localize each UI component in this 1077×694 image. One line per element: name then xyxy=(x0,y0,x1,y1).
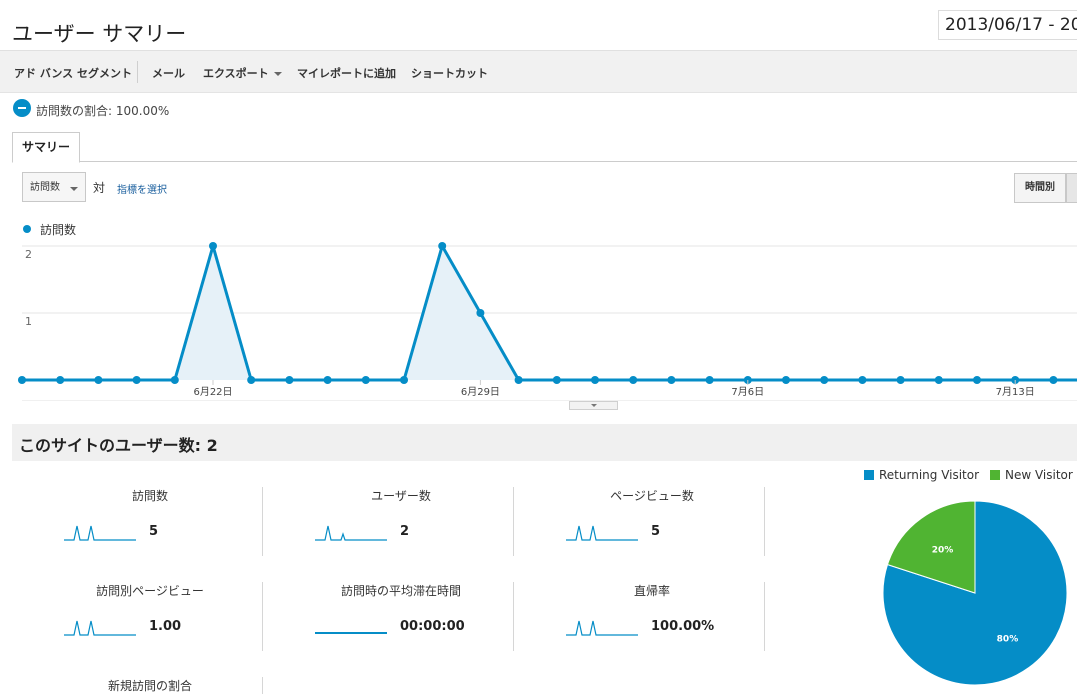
page-title: ユーザー サマリー xyxy=(12,22,187,46)
data-point xyxy=(820,376,829,384)
tab-bar-divider xyxy=(12,161,1077,162)
email-button[interactable]: メール xyxy=(152,65,185,81)
data-point xyxy=(400,376,408,384)
data-point xyxy=(973,376,981,384)
data-point xyxy=(629,376,638,384)
add-to-dashboard-button[interactable]: マイレポートに追加 xyxy=(297,65,396,81)
y-tick-label: 2 xyxy=(25,248,32,261)
metric-label: 訪問数 xyxy=(131,489,168,503)
date-range-picker[interactable]: 2013/06/17 - 2013/07/17 xyxy=(938,10,1077,40)
legend-returning-swatch xyxy=(864,470,874,480)
data-point xyxy=(247,376,256,384)
choose-metric-link[interactable]: 指標を選択 xyxy=(117,181,167,196)
y-tick-label: 1 xyxy=(25,315,32,328)
metric-label: 訪問時の平均滞在時間 xyxy=(340,584,461,598)
data-point xyxy=(56,376,65,384)
legend-returning-label[interactable]: Returning Visitor xyxy=(879,468,979,482)
metric-column-divider xyxy=(513,582,514,651)
toolbar: アド バンス セグメント メール エクスポート マイレポートに追加 ショートカッ… xyxy=(0,50,1077,93)
sparkline-path xyxy=(566,525,638,541)
x-tick-label: 7月13日 xyxy=(996,386,1035,398)
legend-new-label[interactable]: New Visitor xyxy=(1005,468,1073,482)
advanced-segment-button[interactable]: アド バンス セグメント xyxy=(14,65,132,81)
data-point xyxy=(170,376,179,384)
data-point xyxy=(858,376,867,384)
vs-label: 対 xyxy=(93,181,106,195)
chevron-down-icon xyxy=(70,187,78,191)
metric-column-divider xyxy=(513,487,514,556)
data-point xyxy=(667,376,676,384)
data-point xyxy=(18,376,26,384)
metric-value: 100.00% xyxy=(651,619,715,634)
metric-sparkline xyxy=(315,525,387,541)
metric-sparkline xyxy=(64,525,136,541)
segment-label: 訪問数の割合: 100.00% xyxy=(36,104,170,118)
data-point xyxy=(209,242,217,250)
data-point xyxy=(1049,376,1058,384)
metric-column-divider xyxy=(764,487,765,556)
data-point xyxy=(285,376,294,384)
metric-label: 新規訪問の割合 xyxy=(107,679,192,693)
data-point xyxy=(705,376,714,384)
data-point xyxy=(782,376,790,384)
visits-line-chart: 1 2 6月22日 6月29日 7月6日 7月13日 xyxy=(18,242,1077,401)
metric-value: 5 xyxy=(149,524,159,539)
x-tick-label: 7月6日 xyxy=(731,386,764,398)
metric-column-divider xyxy=(262,582,263,651)
metric-value: 5 xyxy=(651,524,661,539)
metric-sparkline xyxy=(315,632,387,634)
metric-label: ページビュー数 xyxy=(610,489,694,503)
tab-summary[interactable]: サマリー xyxy=(12,132,80,163)
metric-sparkline xyxy=(64,620,136,636)
data-point xyxy=(934,376,943,384)
sparkline-path xyxy=(566,620,638,636)
sparkline-path xyxy=(64,620,136,636)
metric-column-divider xyxy=(764,582,765,651)
data-point xyxy=(514,376,523,384)
metric-select[interactable]: 訪問数 xyxy=(22,172,86,202)
data-point xyxy=(361,376,370,384)
toolbar-divider xyxy=(137,61,138,83)
export-label: エクスポート xyxy=(203,67,269,80)
data-point xyxy=(438,242,447,250)
metric-label: 直帰率 xyxy=(633,584,670,598)
data-point xyxy=(94,376,103,384)
pie-slice-label: 20% xyxy=(932,545,954,555)
chart-collapse-toggle[interactable] xyxy=(569,401,618,410)
x-tick-label: 6月29日 xyxy=(461,386,500,398)
data-point xyxy=(132,376,141,384)
data-point xyxy=(552,376,561,384)
x-tick-label: 6月22日 xyxy=(193,386,232,398)
metric-select-value: 訪問数 xyxy=(30,182,60,193)
legend-marker-icon xyxy=(23,225,31,233)
metric-column-divider xyxy=(262,487,263,556)
chevron-down-icon xyxy=(273,72,282,76)
metric-value: 2 xyxy=(400,524,410,539)
sparkline-path xyxy=(315,525,387,541)
pie-slice-label: 80% xyxy=(997,635,1019,645)
data-point xyxy=(896,376,905,384)
users-section-title: このサイトのユーザー数: 2 xyxy=(19,436,218,455)
legend-new-swatch xyxy=(990,470,1000,480)
metric-label: ユーザー数 xyxy=(371,489,431,503)
sparkline-path xyxy=(64,525,136,541)
metric-column-divider xyxy=(262,677,263,694)
shortcut-button[interactable]: ショートカット xyxy=(411,65,488,81)
metric-value: 00:00:00 xyxy=(400,619,465,634)
interval-hour-button[interactable]: 時間別 xyxy=(1014,173,1066,203)
data-point xyxy=(591,376,599,384)
metric-label: 訪問別ページビュー xyxy=(96,584,204,598)
interval-day-button[interactable] xyxy=(1066,173,1077,203)
data-point xyxy=(476,309,485,317)
export-button[interactable]: エクスポート xyxy=(203,65,282,81)
metric-sparkline xyxy=(566,525,638,541)
segment-minus-icon[interactable] xyxy=(13,99,31,117)
visitor-type-pie-chart: 80% 20% xyxy=(882,500,1068,686)
metric-value: 1.00 xyxy=(149,619,182,634)
metric-sparkline xyxy=(566,620,638,636)
data-point xyxy=(323,376,332,384)
